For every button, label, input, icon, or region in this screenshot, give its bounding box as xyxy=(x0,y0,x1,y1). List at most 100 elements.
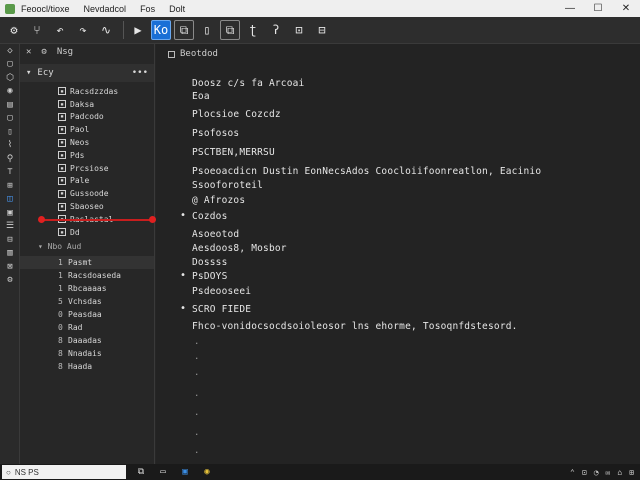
editor-line[interactable]: Aesdoos8, Mosbor xyxy=(192,243,287,254)
menu-edit[interactable]: Nevdadcol xyxy=(84,4,127,14)
undo-icon[interactable]: ↶ xyxy=(50,20,70,40)
chevron-up-icon[interactable]: ⌃ xyxy=(570,468,575,477)
browser-icon[interactable]: ◉ xyxy=(200,466,214,478)
tree-item[interactable]: ▪ Padcodo xyxy=(20,111,154,124)
frame-icon[interactable]: ▣ xyxy=(0,206,20,220)
file-icon[interactable]: ▯ xyxy=(197,20,217,40)
chevron-down-icon[interactable]: ▾ xyxy=(38,242,48,251)
tree-item[interactable]: ▪ Gussoode xyxy=(20,187,154,200)
list-item[interactable]: 0 Rad xyxy=(20,321,154,334)
list-item[interactable]: 5 Vchsdas xyxy=(20,295,154,308)
redo-icon[interactable]: ↷ xyxy=(73,20,93,40)
editor-line[interactable]: Psoeoacdicn Dustin EonNecsAdos Coocloiif… xyxy=(192,166,541,177)
gear-icon[interactable]: ⚙ xyxy=(41,47,46,57)
editor-line[interactable]: Cozdos xyxy=(192,211,228,222)
editor-line[interactable]: Plocsioe Cozcdz xyxy=(192,109,281,120)
x-box-icon[interactable]: ⊠ xyxy=(0,260,20,274)
search-input[interactable]: ○ NS PS xyxy=(2,465,126,479)
volume-icon[interactable]: ◔ xyxy=(594,468,599,477)
phone-icon[interactable]: ʔ xyxy=(266,20,286,40)
network-icon[interactable]: ⊡ xyxy=(582,468,587,477)
tree-item[interactable]: ▪ Pale xyxy=(20,175,154,188)
minus-box-icon[interactable]: ⊟ xyxy=(0,233,20,247)
home-icon[interactable]: ⌂ xyxy=(617,468,622,477)
tool-icon[interactable]: ʈ xyxy=(243,20,263,40)
chevron-down-icon[interactable]: ▾ xyxy=(26,68,31,78)
settings-icon[interactable]: ⚙ xyxy=(0,274,20,288)
drag-indicator-line[interactable] xyxy=(42,219,152,221)
list-item[interactable]: 8 Nnadais xyxy=(20,347,154,360)
notifications-icon[interactable]: ⊞ xyxy=(629,468,634,477)
panel-icon[interactable]: ▯ xyxy=(0,125,20,139)
list-item[interactable]: 8 Haada xyxy=(20,360,154,373)
tree-item[interactable]: ▪ Neos xyxy=(20,136,154,149)
wave-icon[interactable]: ∿ xyxy=(96,20,116,40)
close-icon[interactable]: ✕ xyxy=(26,47,31,57)
tree-item[interactable]: ▪ Prcsiose xyxy=(20,162,154,175)
maximize-button[interactable]: ☐ xyxy=(584,3,612,14)
files-icon[interactable]: ▭ xyxy=(156,466,170,478)
search-icon[interactable]: ⚲ xyxy=(0,152,20,166)
close-button[interactable]: ✕ xyxy=(612,3,640,14)
editor-tab[interactable]: Beotdod xyxy=(156,44,640,64)
hex-icon[interactable]: ⬡ xyxy=(0,71,20,85)
list-item[interactable]: 8 Daaadas xyxy=(20,334,154,347)
editor-line[interactable]: Dossss xyxy=(192,257,228,268)
editor-line[interactable]: Doosz c/s fa Arcoai xyxy=(192,78,304,89)
tree-item[interactable]: ▪ Dd xyxy=(20,226,154,239)
columns-icon[interactable]: ▥ xyxy=(0,247,20,261)
tree-item[interactable]: ▪ Pds xyxy=(20,149,154,162)
split-icon[interactable]: ⧉ xyxy=(174,20,194,40)
pin-icon[interactable]: ⊤ xyxy=(0,166,20,180)
gear-icon[interactable]: ⚙ xyxy=(4,20,24,40)
active-view-button[interactable]: Ko xyxy=(151,20,171,40)
branch-icon[interactable]: ⑂ xyxy=(27,20,47,40)
box-icon[interactable]: ▢ xyxy=(0,112,20,126)
tree-item[interactable]: ▪ Sbaoseo xyxy=(20,200,154,213)
editor-line[interactable]: Fhco-vonidocsocdsoioleosor lns ehorme, T… xyxy=(192,321,518,332)
list-item[interactable]: 1 Rbcaaaas xyxy=(20,282,154,295)
editor-line[interactable]: PSCTBEN,MERRSU xyxy=(192,147,275,158)
editor-pane[interactable]: Beotdod Doosz c/s fa Arcoai Eoa Plocsioe… xyxy=(156,44,640,464)
editor-line[interactable]: Ssooforoteil xyxy=(192,180,263,191)
tree-item[interactable]: ▪ Daksa xyxy=(20,98,154,111)
drag-handle-end[interactable] xyxy=(149,216,156,223)
drag-handle-start[interactable] xyxy=(38,216,45,223)
menu-tools[interactable]: Dolt xyxy=(169,4,185,14)
menu-file[interactable]: Feoocl/tioxe xyxy=(21,4,70,14)
mail-icon[interactable]: ✉ xyxy=(606,468,611,477)
layout-icon[interactable]: ◫ xyxy=(0,193,20,207)
sidebar-section2-header[interactable]: ▾ Nbo Aud xyxy=(20,240,154,252)
wave-icon[interactable]: ⌇ xyxy=(0,139,20,153)
bullet-marker: • xyxy=(180,303,187,314)
camera-icon[interactable]: ⊡ xyxy=(289,20,309,40)
menu-view[interactable]: Fos xyxy=(140,4,155,14)
list-item[interactable]: 1 Pasmt xyxy=(20,256,154,269)
editor-line[interactable]: Eoa xyxy=(192,91,210,102)
editor-line[interactable]: SCRO FIEDE xyxy=(192,304,251,315)
menu-icon[interactable]: ☰ xyxy=(0,220,20,234)
editor-line[interactable]: @ Afrozos xyxy=(192,195,245,206)
editor-line[interactable]: Psdeooseei xyxy=(192,286,251,297)
store-icon[interactable]: ▣ xyxy=(178,466,192,478)
copy-icon[interactable]: ⧉ xyxy=(220,20,240,40)
editor-line[interactable]: Psofosos xyxy=(192,128,239,139)
list-icon[interactable]: ▤ xyxy=(0,98,20,112)
sidebar-toolbar-label[interactable]: Nsg xyxy=(57,47,73,57)
explorer-icon[interactable]: ◇ xyxy=(0,44,20,58)
task-view-icon[interactable]: ⧉ xyxy=(134,466,148,478)
run-icon[interactable]: ▶ xyxy=(128,20,148,40)
editor-line[interactable]: PsDOYS xyxy=(192,271,228,282)
more-icon[interactable]: ••• xyxy=(132,68,148,78)
page-icon[interactable]: ▢ xyxy=(0,58,20,72)
grid-icon[interactable]: ⊞ xyxy=(0,179,20,193)
list-item[interactable]: 0 Peasdaa xyxy=(20,308,154,321)
record-icon[interactable]: ◉ xyxy=(0,85,20,99)
list-item[interactable]: 1 Racsdoaseda xyxy=(20,269,154,282)
tree-item[interactable]: ▪ Paol xyxy=(20,123,154,136)
capture-icon[interactable]: ⊟ xyxy=(312,20,332,40)
minimize-button[interactable]: — xyxy=(556,3,584,14)
editor-line[interactable]: Asoeotod xyxy=(192,229,239,240)
tree-item[interactable]: ▪ Racsdzzdas xyxy=(20,85,154,98)
sidebar-section-header[interactable]: ▾ Ecy ••• xyxy=(20,64,154,82)
